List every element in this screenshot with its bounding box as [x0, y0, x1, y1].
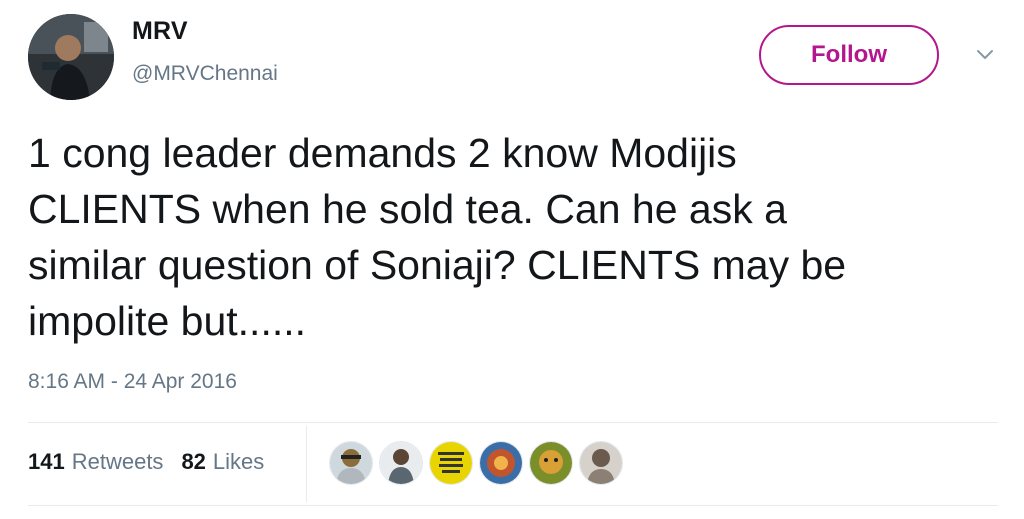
liker-avatar[interactable] [579, 441, 623, 485]
tweet-card: MRV @MRVChennai Follow 1 cong leader dem… [0, 0, 1024, 519]
likes-stat[interactable]: 82 Likes [181, 449, 264, 475]
follow-button[interactable]: Follow [759, 25, 939, 85]
divider-bottom [28, 505, 998, 506]
user-display-name[interactable]: MRV [132, 17, 188, 46]
stats-divider [306, 426, 307, 502]
tweet-timestamp[interactable]: 8:16 AM - 24 Apr 2016 [28, 370, 237, 394]
liker-avatar[interactable] [529, 441, 573, 485]
likes-label: Likes [212, 449, 265, 474]
retweets-count: 141 [28, 449, 65, 474]
liker-avatar[interactable] [429, 441, 473, 485]
tweet-text: 1 cong leader demands 2 know Modijis CLI… [28, 130, 847, 344]
liker-avatar[interactable] [479, 441, 523, 485]
divider-top [28, 422, 998, 423]
tweet-stats: 141 Retweets 82 Likes [28, 449, 282, 475]
user-handle[interactable]: @MRVChennai [132, 62, 278, 86]
user-avatar[interactable] [28, 14, 114, 100]
chevron-down-icon[interactable] [973, 43, 997, 67]
liker-avatar[interactable] [329, 441, 373, 485]
retweets-label: Retweets [71, 449, 164, 474]
retweets-stat[interactable]: 141 Retweets [28, 449, 163, 475]
likes-count: 82 [181, 449, 206, 474]
liker-avatar[interactable] [379, 441, 423, 485]
